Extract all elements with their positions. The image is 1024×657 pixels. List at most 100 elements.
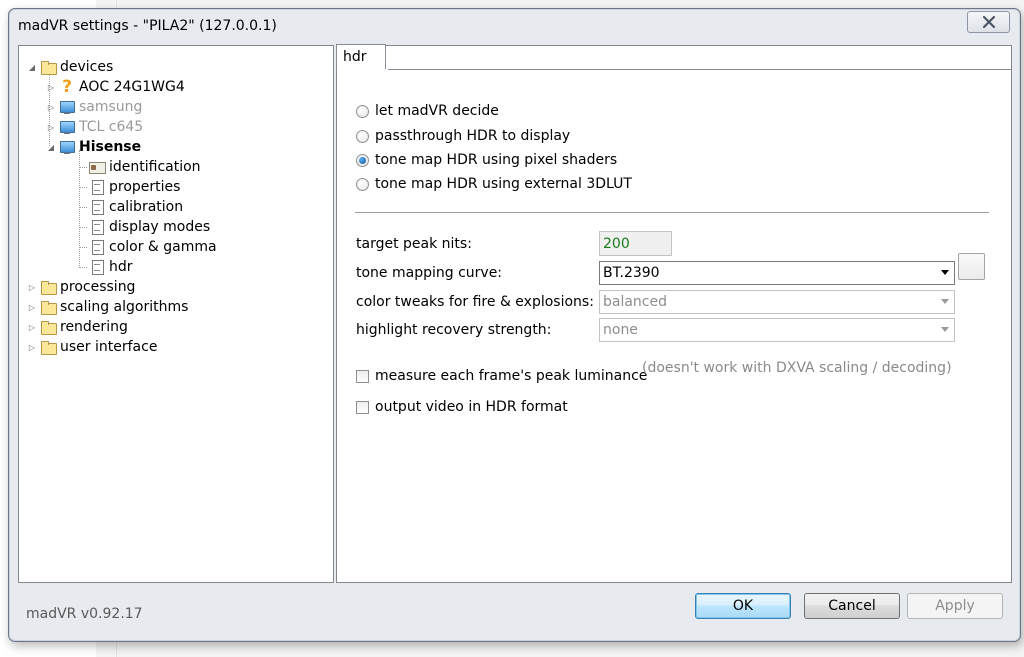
expand-arrow-icon[interactable]: ▷ [46, 103, 56, 112]
id-card-icon [89, 159, 106, 175]
monitor-icon [59, 99, 75, 115]
monitor-icon [59, 119, 75, 135]
radio-label: tone map HDR using pixel shaders [375, 152, 618, 168]
page-icon [89, 219, 105, 235]
tab-label: hdr [343, 49, 367, 65]
color-tweaks-value: balanced [603, 294, 668, 310]
page-icon [89, 259, 105, 275]
output-hdr-format-option[interactable]: output video in HDR format [356, 397, 568, 417]
collapse-arrow-icon[interactable]: ◢ [27, 63, 37, 72]
tone-mapping-settings-button[interactable] [958, 253, 985, 280]
radio-tone-map-3dlut[interactable]: tone map HDR using external 3DLUT [356, 174, 632, 194]
tree-connector [79, 207, 87, 208]
tone-mapping-curve-value: BT.2390 [603, 265, 660, 281]
ok-button[interactable]: OK [695, 593, 791, 619]
tree-item-color-gamma[interactable]: color & gamma [89, 237, 217, 257]
tone-mapping-curve-select[interactable]: BT.2390 [599, 261, 955, 285]
tree-item-samsung[interactable]: ▷ samsung [46, 97, 143, 117]
tree-item-processing[interactable]: ▷ processing [27, 277, 135, 297]
radio-let-madvr-decide[interactable]: let madVR decide [356, 101, 499, 121]
tree-item-label: Hisense [79, 139, 142, 155]
tone-mapping-curve-label: tone mapping curve: [356, 265, 503, 281]
tree-item-properties[interactable]: properties [89, 177, 180, 197]
tree-connector [79, 267, 87, 268]
radio-button[interactable] [356, 129, 369, 143]
radio-button-selected[interactable] [356, 153, 369, 167]
checkbox[interactable] [356, 369, 369, 383]
expand-arrow-icon[interactable]: ▷ [27, 343, 37, 352]
apply-button[interactable]: Apply [907, 593, 1003, 619]
cancel-button-label: Cancel [828, 598, 876, 614]
expand-arrow-icon[interactable]: ▷ [46, 83, 56, 92]
checkbox[interactable] [356, 400, 369, 414]
tree-item-tcl[interactable]: ▷ TCL c645 [46, 117, 143, 137]
tree-item-label: hdr [109, 259, 133, 275]
folder-icon [40, 59, 57, 75]
tree-item-label: identification [109, 159, 201, 175]
tab-hdr[interactable]: hdr [336, 44, 386, 69]
expand-arrow-icon[interactable]: ▷ [27, 283, 37, 292]
tree-item-label: processing [60, 279, 136, 295]
cancel-button[interactable]: Cancel [804, 593, 900, 619]
tree-item-label: color & gamma [109, 239, 217, 255]
color-tweaks-select[interactable]: balanced [599, 290, 955, 314]
tree-connector [79, 247, 87, 248]
folder-icon [40, 339, 57, 355]
tree-connector [79, 227, 87, 228]
window-title: madVR settings - "PILA2" (127.0.0.1) [18, 18, 277, 34]
tree-item-label: user interface [60, 339, 158, 355]
tree-item-label: properties [109, 179, 181, 195]
color-tweaks-label: color tweaks for fire & explosions: [356, 294, 594, 310]
section-divider [355, 212, 989, 213]
radio-passthrough-hdr[interactable]: passthrough HDR to display [356, 126, 570, 146]
tree-item-hdr[interactable]: hdr [89, 257, 133, 277]
tree-item-label: AOC 24G1WG4 [79, 79, 185, 95]
folder-icon [40, 299, 57, 315]
tree-item-calibration[interactable]: calibration [89, 197, 183, 217]
dropdown-arrow-icon [941, 299, 949, 304]
settings-tree: ◢ devices ▷ ? AOC 24G1WG4 ▷ samsung ▷ TC… [18, 45, 334, 583]
tree-item-label: devices [60, 59, 114, 75]
highlight-recovery-select[interactable]: none [599, 318, 955, 342]
close-icon [982, 15, 995, 29]
tree-item-identification[interactable]: identification [89, 157, 201, 177]
expand-arrow-icon[interactable]: ▷ [27, 323, 37, 332]
radio-tone-map-pixel-shaders[interactable]: tone map HDR using pixel shaders [356, 150, 617, 170]
tree-item-user-interface[interactable]: ▷ user interface [27, 337, 157, 357]
tree-item-rendering[interactable]: ▷ rendering [27, 317, 128, 337]
folder-icon [40, 279, 57, 295]
tree-item-label: rendering [60, 319, 128, 335]
collapse-arrow-icon[interactable]: ◢ [46, 143, 56, 152]
tree-item-hisense[interactable]: ◢ Hisense [46, 137, 141, 157]
page-icon [89, 199, 105, 215]
dropdown-arrow-icon [941, 270, 949, 275]
ok-button-label: OK [732, 598, 754, 614]
tree-item-display-modes[interactable]: display modes [89, 217, 210, 237]
radio-label: passthrough HDR to display [375, 128, 571, 144]
radio-button[interactable] [356, 104, 369, 118]
hdr-settings-panel: hdr let madVR decide passthrough HDR to … [336, 44, 1012, 583]
title-bar: madVR settings - "PILA2" (127.0.0.1) [9, 9, 1020, 45]
question-icon: ? [62, 77, 72, 97]
page-icon [89, 239, 105, 255]
tree-item-scaling-algorithms[interactable]: ▷ scaling algorithms [27, 297, 188, 317]
checkbox-label: measure each frame's peak luminance [375, 368, 648, 384]
radio-button[interactable] [356, 177, 369, 191]
version-label: madVR v0.92.17 [26, 606, 143, 622]
tree-item-label: TCL c645 [79, 119, 144, 135]
tree-item-label: scaling algorithms [60, 299, 189, 315]
target-peak-nits-value: 200 [603, 235, 630, 252]
tree-connector [79, 167, 87, 168]
measure-peak-luminance-option[interactable]: measure each frame's peak luminance [356, 366, 647, 386]
tree-item-devices[interactable]: ◢ devices [27, 57, 113, 77]
expand-arrow-icon[interactable]: ▷ [46, 123, 56, 132]
tree-item-label: calibration [109, 199, 184, 215]
target-peak-nits-input[interactable]: 200 [599, 231, 672, 256]
radio-label: let madVR decide [375, 103, 499, 119]
target-peak-nits-label: target peak nits: [356, 236, 472, 252]
expand-arrow-icon[interactable]: ▷ [27, 303, 37, 312]
monitor-icon [59, 139, 75, 155]
close-button[interactable] [967, 11, 1010, 33]
tab-divider [388, 69, 1011, 70]
tree-item-aoc[interactable]: ▷ ? AOC 24G1WG4 [46, 77, 185, 97]
